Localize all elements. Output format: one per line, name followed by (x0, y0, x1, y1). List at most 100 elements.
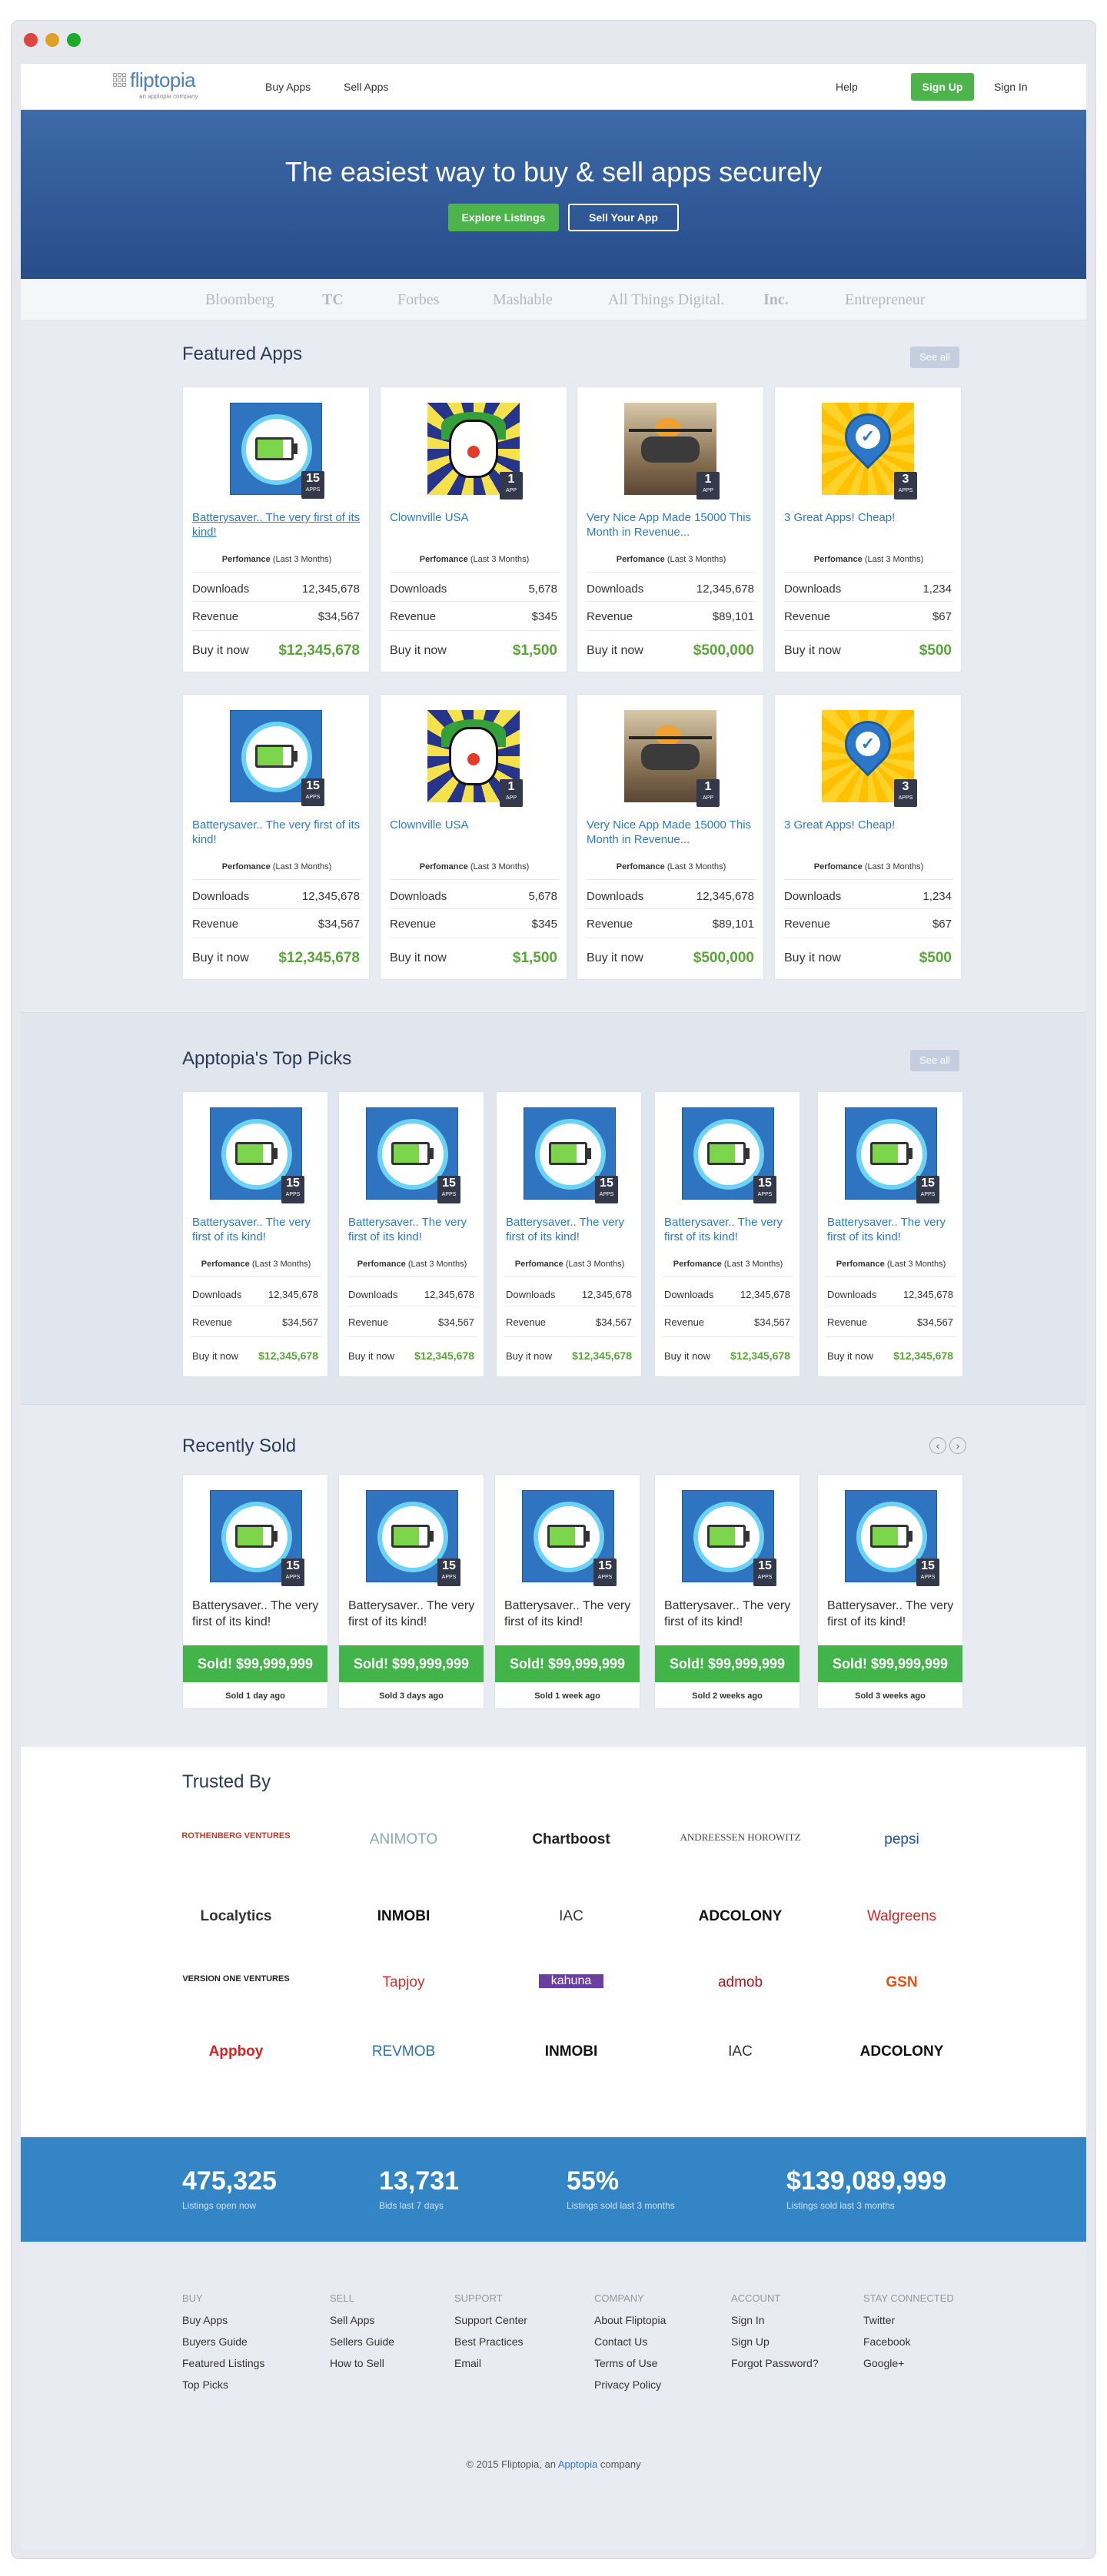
app-title[interactable]: Batterysaver.. The very first of its kin… (664, 1598, 795, 1630)
app-title-link[interactable]: 3 Great Apps! Cheap! (784, 818, 955, 832)
sold-card[interactable]: 15 APPS Batterysaver.. The very first of i… (494, 1474, 640, 1709)
app-title-link[interactable]: Clownville USA (390, 818, 560, 832)
buy-it-now-label[interactable]: Buy it now (192, 644, 249, 658)
footer-link[interactable]: Best Practices (454, 2335, 523, 2348)
price-value[interactable]: $12,345,678 (893, 1349, 953, 1362)
app-card[interactable]: ✓ 3 APPS 3 Great Apps! Cheap! Perfomance (La… (774, 387, 962, 672)
buy-it-now-label[interactable]: Buy it now (506, 1350, 552, 1362)
price-value[interactable]: $12,345,678 (278, 642, 360, 659)
price-value[interactable]: $500 (919, 642, 952, 659)
app-title[interactable]: Batterysaver.. The very first of its kin… (192, 1598, 323, 1630)
price-value[interactable]: $500,000 (693, 950, 754, 967)
footer-link[interactable]: Twitter (863, 2314, 895, 2326)
buy-it-now-label[interactable]: Buy it now (587, 951, 643, 965)
app-card[interactable]: 1 APP Clownville USA Perfomance (Last 3 Mon… (380, 387, 567, 672)
nav-help[interactable]: Help (836, 81, 858, 93)
footer-link[interactable]: How to Sell (330, 2357, 384, 2369)
footer-link[interactable]: Buy Apps (182, 2314, 228, 2326)
battery-icon[interactable]: 15 APPS (845, 1107, 939, 1203)
footer-link[interactable]: Top Picks (182, 2378, 228, 2391)
price-value[interactable]: $12,345,678 (414, 1349, 474, 1362)
battery-icon[interactable]: 15 APPS (230, 710, 324, 806)
battery-icon[interactable]: 15 APPS (230, 403, 324, 499)
app-title-link[interactable]: 3 Great Apps! Cheap! (784, 510, 955, 525)
buy-it-now-label[interactable]: Buy it now (784, 644, 841, 658)
battery-icon[interactable]: 15 APPS (366, 1490, 460, 1586)
app-title[interactable]: Batterysaver.. The very first of its kin… (827, 1598, 958, 1630)
buy-it-now-label[interactable]: Buy it now (587, 644, 643, 658)
app-title-link[interactable]: Batterysaver.. The very first of its kin… (192, 510, 363, 539)
signup-button[interactable]: Sign Up (911, 73, 974, 101)
price-value[interactable]: $500,000 (693, 642, 754, 659)
logo[interactable]: fliptopia an apptopia company (113, 68, 221, 102)
sold-card[interactable]: 15 APPS Batterysaver.. The very first of i… (654, 1474, 800, 1709)
app-card[interactable]: 15 APPS Batterysaver.. The very first of i… (817, 1091, 963, 1377)
clown-icon[interactable]: 1 APP (427, 403, 523, 500)
app-title-link[interactable]: Batterysaver.. The very first of its kin… (192, 818, 363, 847)
battery-icon[interactable]: 15 APPS (524, 1107, 618, 1203)
nav-buy-apps[interactable]: Buy Apps (265, 81, 311, 93)
battery-icon[interactable]: 15 APPS (210, 1107, 304, 1203)
footer-link[interactable]: Sign Up (731, 2335, 770, 2348)
sell-your-app-button[interactable]: Sell Your App (568, 204, 679, 231)
battery-icon[interactable]: 15 APPS (366, 1107, 460, 1203)
footer-link[interactable]: About Fliptopia (594, 2314, 666, 2326)
see-all-button[interactable]: See all (910, 347, 959, 368)
apptopia-link[interactable]: Apptopia (558, 2458, 597, 2470)
buy-it-now-label[interactable]: Buy it now (390, 951, 447, 965)
battery-icon[interactable]: 15 APPS (845, 1490, 939, 1586)
carousel-next-icon[interactable]: › (949, 1437, 966, 1454)
price-value[interactable]: $1,500 (513, 642, 557, 659)
buy-it-now-label[interactable]: Buy it now (348, 1350, 394, 1362)
clown-icon[interactable]: 1 APP (427, 710, 523, 807)
footer-link[interactable]: Privacy Policy (594, 2378, 661, 2391)
app-card[interactable]: 1 APP Very Nice App Made 15000 This Month … (577, 387, 764, 672)
app-card[interactable]: 15 APPS Batterysaver.. The very first of i… (182, 387, 370, 672)
app-title[interactable]: Batterysaver.. The very first of its kin… (348, 1598, 479, 1630)
see-all-button[interactable]: See all (910, 1050, 959, 1071)
signin-link[interactable]: Sign In (994, 81, 1028, 93)
buy-it-now-label[interactable]: Buy it now (664, 1350, 710, 1362)
footer-link[interactable]: Google+ (863, 2357, 904, 2369)
app-card[interactable]: 15 APPS Batterysaver.. The very first of i… (338, 1091, 484, 1377)
battery-icon[interactable]: 15 APPS (682, 1490, 776, 1586)
price-value[interactable]: $12,345,678 (278, 950, 360, 967)
map-pin-icon[interactable]: ✓ 3 APPS (822, 710, 917, 807)
price-value[interactable]: $1,500 (513, 950, 557, 967)
app-title-link[interactable]: Batterysaver.. The very first of its kin… (827, 1215, 958, 1244)
footer-link[interactable]: Featured Listings (182, 2357, 264, 2369)
app-title-link[interactable]: Very Nice App Made 15000 This Month in R… (587, 818, 757, 847)
buy-it-now-label[interactable]: Buy it now (192, 951, 249, 965)
app-card[interactable]: 1 APP Very Nice App Made 15000 This Month … (577, 694, 764, 980)
app-title-link[interactable]: Batterysaver.. The very first of its kin… (192, 1215, 323, 1244)
explore-listings-button[interactable]: Explore Listings (448, 204, 559, 231)
app-card[interactable]: 15 APPS Batterysaver.. The very first of i… (182, 694, 370, 980)
app-title-link[interactable]: Batterysaver.. The very first of its kin… (348, 1215, 479, 1244)
app-title[interactable]: Batterysaver.. The very first of its kin… (504, 1598, 635, 1630)
footer-link[interactable]: Contact Us (594, 2335, 647, 2348)
sold-card[interactable]: 15 APPS Batterysaver.. The very first of i… (182, 1474, 328, 1709)
footer-link[interactable]: Terms of Use (594, 2357, 657, 2369)
buy-it-now-label[interactable]: Buy it now (390, 644, 447, 658)
helicopter-icon[interactable]: 1 APP (624, 710, 720, 807)
price-value[interactable]: $12,345,678 (258, 1349, 318, 1362)
footer-link[interactable]: Support Center (454, 2314, 527, 2326)
app-title-link[interactable]: Batterysaver.. The very first of its kin… (506, 1215, 637, 1244)
footer-link[interactable]: Facebook (863, 2335, 910, 2348)
price-value[interactable]: $12,345,678 (730, 1349, 790, 1362)
buy-it-now-label[interactable]: Buy it now (784, 951, 841, 965)
footer-link[interactable]: Sellers Guide (330, 2335, 394, 2348)
price-value[interactable]: $12,345,678 (572, 1349, 632, 1362)
footer-link[interactable]: Sign In (731, 2314, 765, 2326)
buy-it-now-label[interactable]: Buy it now (827, 1350, 873, 1362)
footer-link[interactable]: Forgot Password? (731, 2357, 819, 2369)
nav-sell-apps[interactable]: Sell Apps (344, 81, 388, 93)
carousel-prev-icon[interactable]: ‹ (929, 1437, 946, 1454)
battery-icon[interactable]: 15 APPS (210, 1490, 304, 1586)
footer-link[interactable]: Email (454, 2357, 481, 2369)
app-title-link[interactable]: Clownville USA (390, 510, 560, 525)
buy-it-now-label[interactable]: Buy it now (192, 1350, 238, 1362)
footer-link[interactable]: Sell Apps (330, 2314, 374, 2326)
price-value[interactable]: $500 (919, 950, 952, 967)
battery-icon[interactable]: 15 APPS (682, 1107, 776, 1203)
